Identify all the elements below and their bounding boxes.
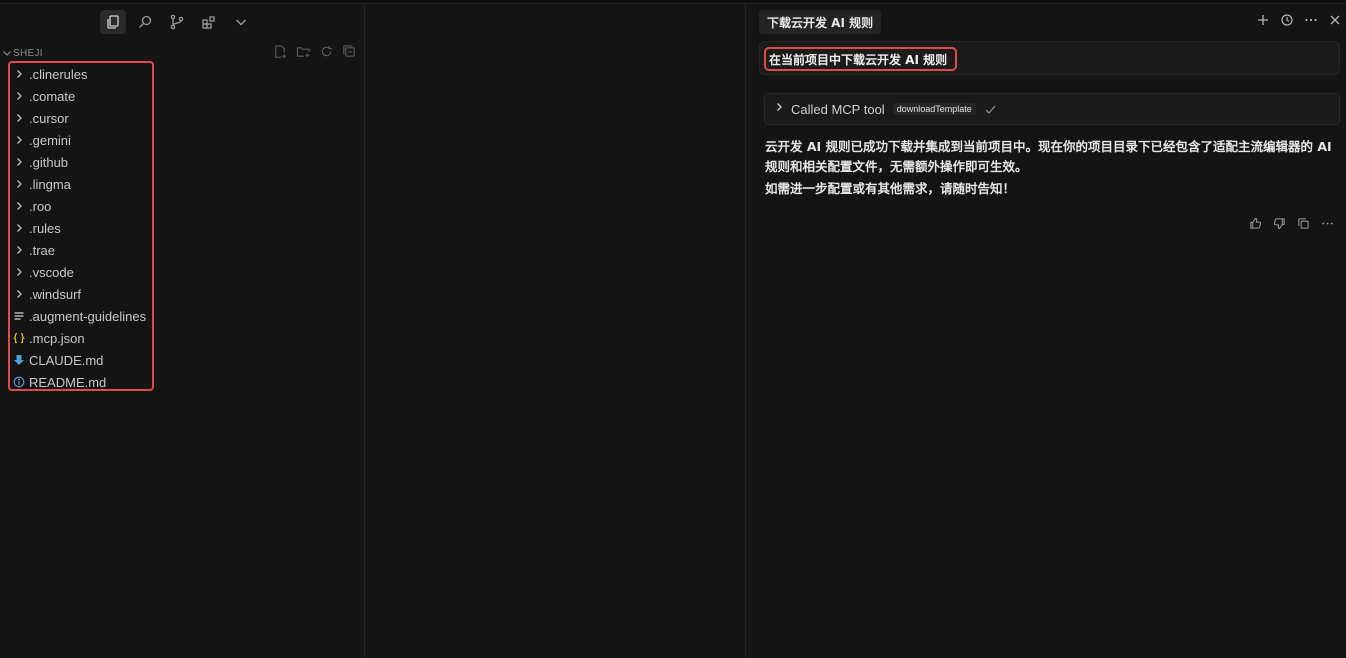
tree-item-label: .rules: [29, 220, 61, 236]
activity-bar: [100, 10, 254, 34]
refresh-icon[interactable]: [319, 44, 334, 59]
tree-item-label: .github: [29, 154, 69, 170]
tree-item-label: .trae: [29, 242, 56, 258]
chevron-down-icon: [3, 51, 11, 56]
tool-call-label: Called MCP tool: [791, 101, 885, 117]
chevron-right-icon: [12, 133, 26, 147]
tree-item-label: .comate: [29, 88, 76, 104]
file-item[interactable]: .mcp.json: [10, 327, 152, 349]
chevron-right-icon: [12, 111, 26, 125]
chevron-right-icon: [12, 89, 26, 103]
extensions-icon: [202, 16, 215, 29]
assistant-reply: 云开发 AI 规则已成功下载并集成到当前项目中。现在你的项目目录下已经包含了适配…: [765, 137, 1340, 199]
thumbs-down-icon[interactable]: [1273, 217, 1286, 230]
text-file-icon: [12, 309, 26, 323]
folder-item[interactable]: .cursor: [10, 107, 152, 129]
file-item[interactable]: README.md: [10, 371, 152, 393]
chevron-right-icon: [12, 177, 26, 191]
copy-icon[interactable]: [1297, 217, 1310, 230]
folder-item[interactable]: .trae: [10, 239, 152, 261]
chevron-right-icon: [12, 221, 26, 235]
explorer-button[interactable]: [100, 10, 126, 34]
chevron-down-icon: [236, 19, 246, 26]
explorer-toolbar: [273, 44, 357, 59]
explorer-sidebar: SHEJI .clinerules .comate .cursor .gemini .g…: [0, 4, 365, 658]
files-icon: [107, 15, 119, 29]
info-icon: [12, 375, 26, 389]
json-braces-icon: [12, 331, 26, 345]
reply-paragraph: 如需进一步配置或有其他需求，请随时告知！: [765, 181, 1016, 196]
folder-item[interactable]: .roo: [10, 195, 152, 217]
tree-item-label: .cursor: [29, 110, 69, 126]
folder-item[interactable]: .rules: [10, 217, 152, 239]
tree-item-label: .clinerules: [29, 66, 88, 82]
more-icon[interactable]: [1321, 217, 1334, 230]
chat-panel: 下载云开发 AI 规则 在当前项目中下载云开发 AI 规则 Called MCP…: [747, 4, 1346, 658]
tree-item-label: CLAUDE.md: [29, 352, 104, 368]
tree-item-label: .windsurf: [29, 286, 82, 302]
check-icon: [985, 105, 996, 114]
folder-item[interactable]: .clinerules: [10, 63, 152, 85]
history-icon[interactable]: [1280, 13, 1294, 27]
tree-item-label: .lingma: [29, 176, 71, 192]
workspace-title: SHEJI: [13, 47, 43, 59]
tree-item-label: README.md: [29, 374, 107, 390]
source-control-button[interactable]: [164, 10, 190, 34]
markdown-arrow-icon: [12, 353, 26, 367]
tool-call-card[interactable]: Called MCP tool downloadTemplate: [764, 93, 1340, 125]
folder-item[interactable]: .vscode: [10, 261, 152, 283]
file-tree: .clinerules .comate .cursor .gemini .github.…: [8, 61, 154, 391]
extensions-button[interactable]: [196, 10, 222, 34]
workspace-section-header[interactable]: SHEJI: [0, 44, 365, 62]
tree-item-label: .roo: [29, 198, 52, 214]
chevron-right-icon: [12, 155, 26, 169]
plus-icon[interactable]: [1256, 13, 1270, 27]
folder-item[interactable]: .github: [10, 151, 152, 173]
more-icon[interactable]: [1304, 13, 1318, 27]
file-item[interactable]: .augment-guidelines: [10, 305, 152, 327]
chevron-right-icon: [12, 287, 26, 301]
editor-area: [366, 4, 746, 658]
folder-item[interactable]: .gemini: [10, 129, 152, 151]
reply-paragraph: 云开发 AI 规则已成功下载并集成到当前项目中。现在你的项目目录下已经包含了适配…: [765, 139, 1332, 174]
chat-tab[interactable]: 下载云开发 AI 规则: [759, 10, 882, 34]
close-icon[interactable]: [1328, 13, 1342, 27]
folder-item[interactable]: .comate: [10, 85, 152, 107]
chevron-right-icon: [12, 67, 26, 81]
tool-name-badge: downloadTemplate: [892, 103, 976, 115]
chevron-right-icon: [773, 101, 785, 117]
tree-item-label: .gemini: [29, 132, 71, 148]
chevron-right-icon: [12, 199, 26, 213]
chat-toolbar: [1256, 13, 1342, 27]
file-item[interactable]: CLAUDE.md: [10, 349, 152, 371]
chevron-right-icon: [12, 243, 26, 257]
search-button[interactable]: [132, 10, 158, 34]
collapse-all-icon[interactable]: [342, 44, 357, 59]
new-folder-icon[interactable]: [296, 44, 311, 59]
tree-item-label: .mcp.json: [29, 330, 85, 346]
search-icon: [139, 15, 152, 28]
git-branch-icon: [170, 14, 184, 30]
folder-item[interactable]: .windsurf: [10, 283, 152, 305]
user-message-text: 在当前项目中下载云开发 AI 规则: [764, 47, 958, 71]
tree-item-label: .augment-guidelines: [29, 308, 147, 324]
folder-item[interactable]: .lingma: [10, 173, 152, 195]
thumbs-up-icon[interactable]: [1249, 217, 1262, 230]
tree-item-label: .vscode: [29, 264, 74, 280]
chevron-right-icon: [12, 265, 26, 279]
reply-actions: [1249, 217, 1334, 230]
new-file-icon[interactable]: [273, 44, 288, 59]
more-views-button[interactable]: [228, 10, 254, 34]
user-message: 在当前项目中下载云开发 AI 规则: [759, 41, 1340, 75]
